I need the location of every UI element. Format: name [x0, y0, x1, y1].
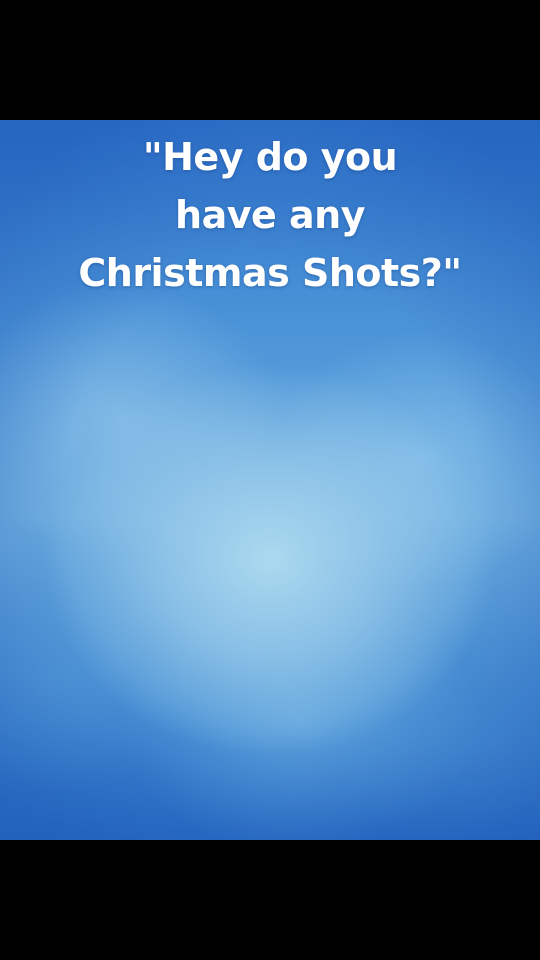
caption-line-2: have any [175, 193, 365, 237]
caption-text: "Hey do you have any Christmas Shots?" [0, 128, 540, 302]
letterbox-bottom [0, 840, 540, 960]
letterbox-top [0, 0, 540, 120]
caption-line-1: "Hey do you [142, 135, 398, 179]
caption-line-3: Christmas Shots?" [78, 251, 462, 295]
video-frame: "Hey do you have any Christmas Shots?" [0, 0, 540, 960]
